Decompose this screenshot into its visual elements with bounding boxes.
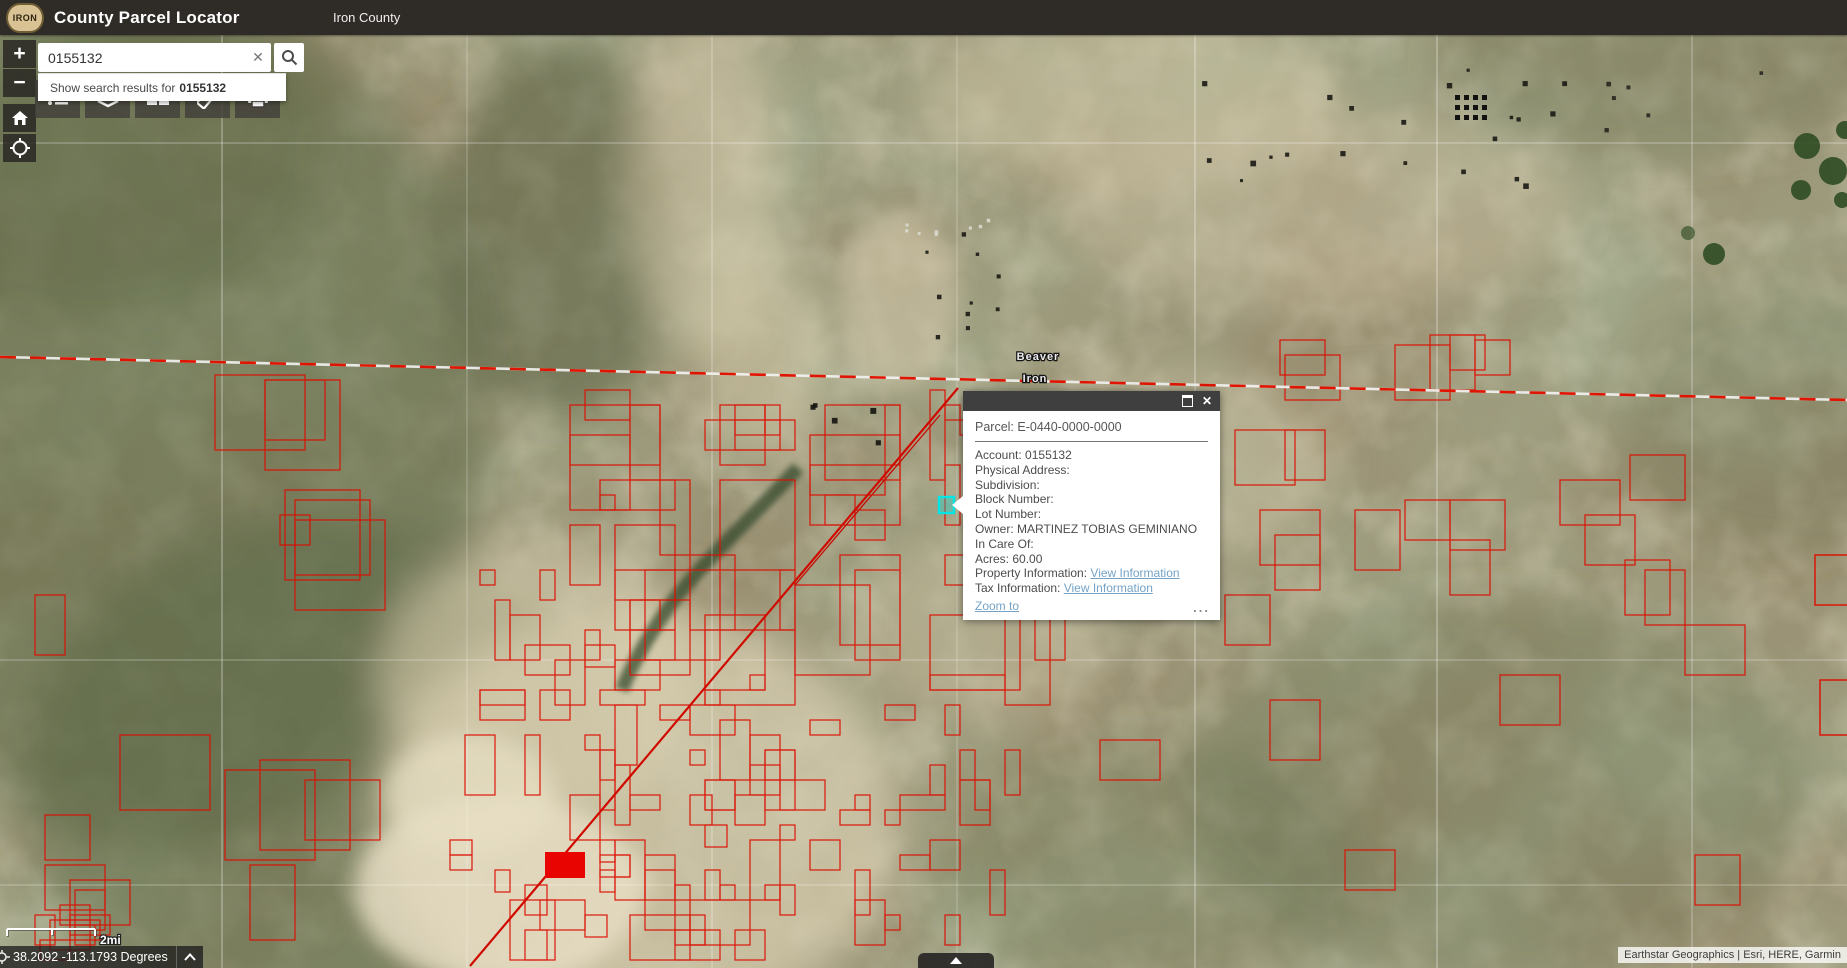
scale-bar-label: 2mi — [100, 933, 121, 947]
coordinate-widget: 38.2092 -113.1793 Degrees — [0, 946, 203, 968]
home-icon — [11, 110, 29, 126]
county-label-iron: Iron — [1023, 373, 1048, 385]
search-suggestion[interactable]: Show search results for 0155132 — [38, 73, 286, 101]
popup-divider — [975, 441, 1208, 442]
app-header: IRON County Parcel Locator Iron County — [0, 0, 1847, 35]
field-acres: Acres: 60.00 — [975, 552, 1208, 567]
maximize-icon[interactable] — [1182, 395, 1193, 407]
close-icon[interactable]: ✕ — [1202, 395, 1212, 407]
search-button[interactable] — [274, 43, 304, 72]
field-property-information: Property Information: View Information — [975, 566, 1208, 581]
field-in-care-of: In Care Of: — [975, 537, 1208, 552]
parcel-title: Parcel: E-0440-0000-0000 — [975, 420, 1208, 434]
locate-button[interactable] — [3, 134, 36, 162]
iron-county-logo: IRON — [6, 3, 44, 33]
field-lot-number: Lot Number: — [975, 507, 1208, 522]
map-canvas[interactable]: Beaver Iron — [0, 0, 1847, 968]
county-name: Iron County — [333, 10, 400, 25]
page-title: County Parcel Locator — [54, 8, 240, 28]
attribute-table-toggle[interactable] — [918, 953, 994, 968]
map-attribution: Earthstar Geographics | Esri, HERE, Garm… — [1618, 947, 1847, 963]
zoom-out-button[interactable]: − — [3, 69, 36, 97]
more-options-icon[interactable]: ... — [1193, 603, 1210, 613]
crosshair-coordinate-icon — [0, 950, 10, 964]
field-subdivision: Subdivision: — [975, 478, 1208, 493]
field-physical-address: Physical Address: — [975, 463, 1208, 478]
search-box: ✕ — [38, 43, 271, 72]
zoom-in-button[interactable]: + — [3, 40, 36, 68]
search-icon — [281, 49, 298, 66]
zoom-to-link[interactable]: Zoom to — [975, 599, 1019, 613]
chevron-up-icon — [184, 953, 196, 961]
home-button[interactable] — [3, 104, 36, 132]
field-owner: Owner: MARTINEZ TOBIAS GEMINIANO — [975, 522, 1208, 537]
coordinate-expand-button[interactable] — [176, 946, 203, 968]
satellite-terrain — [0, 0, 1847, 968]
suggestion-term: 0155132 — [179, 81, 226, 95]
county-parcel-locator-app: Beaver Iron IRON County Parcel Locator I… — [0, 0, 1847, 968]
parcel-info-popup: ✕ Parcel: E-0440-0000-0000 Account: 0155… — [963, 391, 1220, 620]
popup-footer: Zoom to ... — [975, 599, 1210, 613]
tax-information-link[interactable]: View Information — [1064, 581, 1153, 595]
triangle-up-icon — [950, 957, 962, 964]
crosshair-icon — [10, 138, 30, 158]
coordinate-readout: 38.2092 -113.1793 Degrees — [13, 950, 176, 964]
popup-body: Parcel: E-0440-0000-0000 Account: 015513… — [963, 411, 1220, 596]
field-tax-information: Tax Information: View Information — [975, 581, 1208, 596]
clear-search-icon[interactable]: ✕ — [245, 49, 271, 66]
logo-text: IRON — [13, 13, 38, 23]
county-label-beaver: Beaver — [1017, 351, 1060, 363]
suggestion-prefix: Show search results for — [50, 81, 175, 95]
field-block-number: Block Number: — [975, 492, 1208, 507]
property-information-link[interactable]: View Information — [1090, 566, 1179, 580]
field-account: Account: 0155132 — [975, 448, 1208, 463]
search-input[interactable] — [38, 50, 245, 66]
popup-titlebar: ✕ — [963, 391, 1220, 411]
scale-bar: 2mi — [4, 918, 134, 948]
